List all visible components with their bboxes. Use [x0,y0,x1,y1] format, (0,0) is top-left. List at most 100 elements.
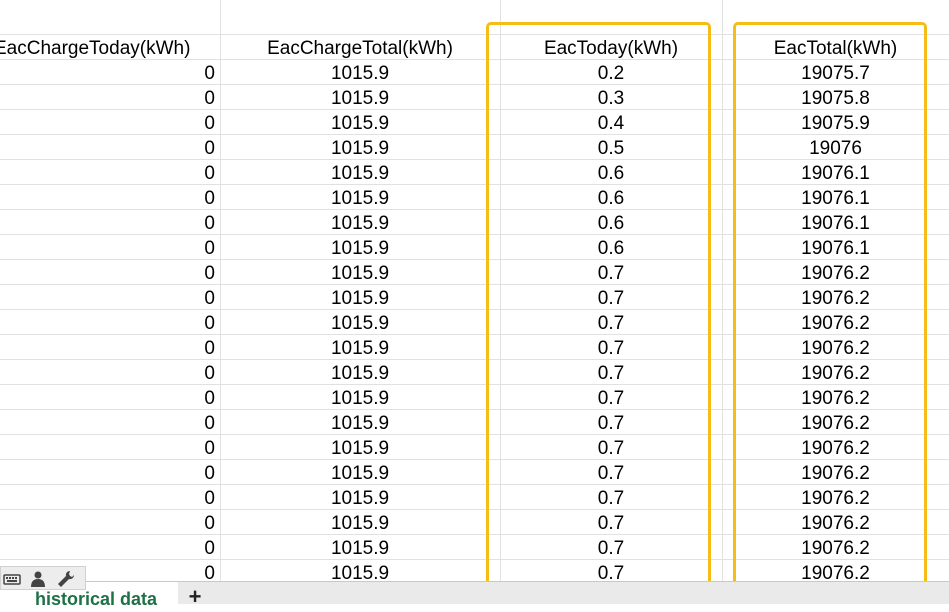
table-cell[interactable]: 0 [0,235,220,259]
table-cell[interactable]: 0 [0,210,220,234]
header-cell[interactable]: EacChargeTotal(kWh) [220,35,500,59]
table-cell[interactable]: 0.7 [500,335,722,359]
table-cell[interactable]: 1015.9 [220,410,500,434]
table-cell[interactable]: 0 [0,360,220,384]
table-cell[interactable]: 1015.9 [220,110,500,134]
table-row: 0 1015.9 0.7 19076.2 [0,485,949,510]
table-cell[interactable]: 0.7 [500,410,722,434]
table-cell[interactable]: 1015.9 [220,60,500,84]
table-cell[interactable]: 19076.1 [722,160,949,184]
table-cell[interactable]: 1015.9 [220,485,500,509]
table-cell[interactable]: 19075.9 [722,110,949,134]
table-cell[interactable]: 0.5 [500,135,722,159]
header-row: EacChargeToday(kWh) EacChargeTotal(kWh) … [0,35,949,60]
table-cell[interactable]: 19076.2 [722,310,949,334]
table-cell[interactable]: 0 [0,335,220,359]
table-cell[interactable]: 19076.2 [722,460,949,484]
header-cell[interactable]: EacChargeToday(kWh) [0,35,214,59]
table-cell[interactable]: 0 [0,485,220,509]
table-cell[interactable]: 19076.2 [722,485,949,509]
table-cell[interactable]: 19076.2 [722,335,949,359]
table-row: 0 1015.9 0.7 19076.2 [0,410,949,435]
table-cell[interactable]: 19075.7 [722,60,949,84]
table-cell[interactable]: 1015.9 [220,235,500,259]
table-cell[interactable]: 19076.2 [722,285,949,309]
table-cell[interactable]: 0.7 [500,460,722,484]
table-cell[interactable]: 19076.2 [722,535,949,559]
table-cell[interactable]: 0 [0,310,220,334]
table-cell[interactable]: 1015.9 [220,535,500,559]
add-sheet-button[interactable]: + [180,582,210,609]
table-cell[interactable]: 1015.9 [220,360,500,384]
table-cell[interactable]: 0 [0,60,220,84]
table-cell[interactable]: 1015.9 [220,460,500,484]
table-cell[interactable]: 0 [0,435,220,459]
table-row: 0 1015.9 0.7 19076.2 [0,510,949,535]
table-cell[interactable]: 0 [0,110,220,134]
table-row: 0 1015.9 0.6 19076.1 [0,210,949,235]
table-cell[interactable]: 0 [0,135,220,159]
table-row: 0 1015.9 0.7 19076.2 [0,310,949,335]
table-cell[interactable]: 19076.2 [722,435,949,459]
table-cell[interactable]: 19076 [722,135,949,159]
table-cell[interactable]: 0.7 [500,385,722,409]
keyboard-icon[interactable] [3,570,21,588]
table-cell[interactable]: 0 [0,510,220,534]
table-cell[interactable]: 0 [0,260,220,284]
table-cell[interactable]: 0.3 [500,85,722,109]
table-cell[interactable]: 0.7 [500,535,722,559]
empty-row[interactable] [0,10,949,35]
header-cell[interactable]: EacToday(kWh) [500,35,722,59]
table-cell[interactable]: 19076.1 [722,210,949,234]
table-cell[interactable]: 0.4 [500,110,722,134]
table-cell[interactable]: 0 [0,160,220,184]
header-cell[interactable]: EacTotal(kWh) [722,35,949,59]
table-row: 0 1015.9 0.7 19076.2 [0,360,949,385]
table-cell[interactable]: 0 [0,460,220,484]
table-cell[interactable]: 0.2 [500,60,722,84]
wrench-icon[interactable] [57,570,75,588]
table-cell[interactable]: 1015.9 [220,335,500,359]
table-cell[interactable]: 19076.2 [722,410,949,434]
table-cell[interactable]: 19076.2 [722,385,949,409]
table-cell[interactable]: 0.6 [500,235,722,259]
table-cell[interactable]: 1015.9 [220,185,500,209]
table-cell[interactable]: 1015.9 [220,85,500,109]
table-cell[interactable]: 0 [0,185,220,209]
table-cell[interactable]: 1015.9 [220,310,500,334]
table-cell[interactable]: 19075.8 [722,85,949,109]
table-cell[interactable]: 1015.9 [220,285,500,309]
person-icon[interactable] [29,570,47,588]
table-cell[interactable]: 19076.1 [722,235,949,259]
table-cell[interactable]: 1015.9 [220,135,500,159]
table-cell[interactable]: 0.7 [500,360,722,384]
table-row: 0 1015.9 0.6 19076.1 [0,235,949,260]
table-cell[interactable]: 19076.2 [722,260,949,284]
table-cell[interactable]: 1015.9 [220,160,500,184]
table-cell[interactable]: 0.6 [500,210,722,234]
table-cell[interactable]: 1015.9 [220,210,500,234]
table-cell[interactable]: 0 [0,535,220,559]
table-cell[interactable]: 0.6 [500,185,722,209]
table-row: 0 1015.9 0.7 19076.2 [0,285,949,310]
table-row: 0 1015.9 0.3 19075.8 [0,85,949,110]
table-cell[interactable]: 0.7 [500,435,722,459]
table-cell[interactable]: 0.6 [500,160,722,184]
table-cell[interactable]: 19076.2 [722,510,949,534]
table-cell[interactable]: 0 [0,385,220,409]
table-cell[interactable]: 19076.2 [722,360,949,384]
table-cell[interactable]: 0.7 [500,510,722,534]
table-cell[interactable]: 0 [0,285,220,309]
table-cell[interactable]: 0.7 [500,285,722,309]
table-cell[interactable]: 1015.9 [220,435,500,459]
table-cell[interactable]: 1015.9 [220,510,500,534]
table-cell[interactable]: 0.7 [500,260,722,284]
table-cell[interactable]: 1015.9 [220,385,500,409]
table-cell[interactable]: 1015.9 [220,260,500,284]
table-cell[interactable]: 0 [0,410,220,434]
table-cell[interactable]: 19076.1 [722,185,949,209]
table-cell[interactable]: 0.7 [500,310,722,334]
table-cell[interactable]: 0.7 [500,485,722,509]
table-cell[interactable]: 0 [0,85,220,109]
table-row: 0 1015.9 0.7 19076.2 [0,385,949,410]
